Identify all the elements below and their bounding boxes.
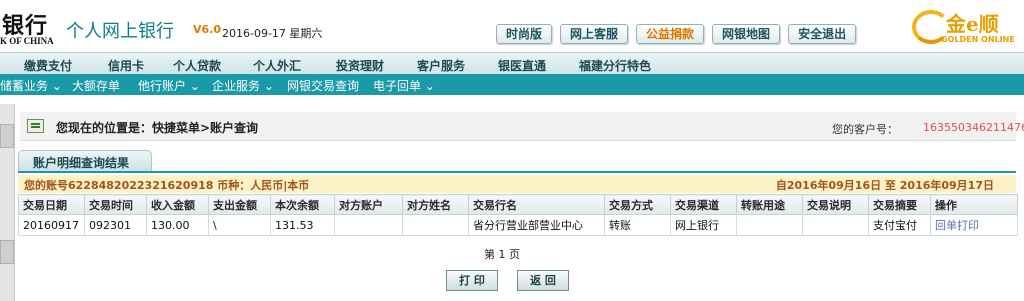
brand-text: 金e顺 bbox=[946, 12, 999, 36]
nav-customer-service[interactable]: 客户服务 bbox=[417, 57, 465, 74]
nav-payment[interactable]: 缴费支付 bbox=[24, 57, 72, 74]
col-description: 交易说明 bbox=[802, 194, 869, 215]
location-icon bbox=[27, 119, 44, 133]
collapse-handle-lower[interactable] bbox=[0, 240, 14, 264]
subnav-other-bank[interactable]: 他行账户 ⌄ bbox=[138, 77, 200, 94]
transaction-table: 交易日期 交易时间 收入金额 支出金额 本次余额 对方账户 对方姓名 交易行名 … bbox=[18, 194, 1018, 236]
subnav-transaction-query[interactable]: 网银交易查询 bbox=[287, 77, 359, 94]
cell-bank-branch: 省分行营业部营业中心 bbox=[468, 214, 605, 236]
table-row: 20160917 092301 130.00 \ 131.53 省分行营业部营业… bbox=[18, 214, 1018, 236]
nav-personal-loan[interactable]: 个人贷款 bbox=[173, 57, 221, 74]
col-summary: 交易摘要 bbox=[868, 194, 931, 215]
account-number-text: 您的账号6228482022321620918 币种：人民币|本币 bbox=[24, 179, 310, 192]
bottom-actions: 打 印 返 回 bbox=[446, 270, 569, 291]
app-title: 个人网上银行 bbox=[66, 21, 174, 42]
print-button[interactable]: 打 印 bbox=[446, 270, 498, 291]
cell-income: 130.00 bbox=[146, 214, 209, 236]
col-expense: 支出金额 bbox=[208, 194, 271, 215]
left-panel-edge bbox=[0, 104, 15, 301]
col-counter-account: 对方账户 bbox=[334, 194, 403, 215]
cell-description bbox=[802, 214, 869, 236]
breadcrumb-text: 您现在的位置是：快捷菜单>账户查询 bbox=[56, 121, 259, 135]
col-channel: 交易渠道 bbox=[670, 194, 737, 215]
page-indicator: 第 1 页 bbox=[484, 248, 520, 261]
nav-investment[interactable]: 投资理财 bbox=[336, 57, 384, 74]
app-version: V6.0 bbox=[193, 23, 221, 36]
tab-account-detail-result[interactable]: 账户明细查询结果 bbox=[18, 150, 152, 172]
brand-subtext: GOLDEN ONLINE bbox=[941, 35, 1015, 44]
subnav-savings[interactable]: 储蓄业务 ⌄ bbox=[0, 77, 62, 94]
top-toolbar: 时尚版 网上客服 公益捐款 网银地图 安全退出 bbox=[496, 24, 857, 44]
cell-counter-account bbox=[334, 214, 403, 236]
charity-donation-button[interactable]: 公益捐款 bbox=[636, 24, 705, 44]
col-trade-time: 交易时间 bbox=[84, 194, 147, 215]
subnav-enterprise[interactable]: 企业服务 ⌄ bbox=[212, 77, 274, 94]
account-info-bar: 您的账号6228482022321620918 币种：人民币|本币 自2016年… bbox=[18, 175, 1016, 193]
online-service-button[interactable]: 网上客服 bbox=[560, 24, 629, 44]
col-counter-name: 对方姓名 bbox=[402, 194, 469, 215]
col-transfer-purpose: 转账用途 bbox=[736, 194, 803, 215]
cell-summary: 支付宝付 bbox=[868, 214, 931, 236]
col-operation: 操作 bbox=[930, 194, 1018, 215]
nav-credit-card[interactable]: 信用卡 bbox=[108, 57, 144, 74]
col-trade-date: 交易日期 bbox=[18, 194, 85, 215]
table-header-row: 交易日期 交易时间 收入金额 支出金额 本次余额 对方账户 对方姓名 交易行名 … bbox=[18, 194, 1018, 215]
cell-expense: \ bbox=[208, 214, 271, 236]
back-button[interactable]: 返 回 bbox=[517, 270, 569, 291]
nav-fujian-special[interactable]: 福建分行特色 bbox=[579, 57, 651, 74]
safe-logout-button[interactable]: 安全退出 bbox=[788, 24, 857, 44]
subnav-e-receipt[interactable]: 电子回单 ⌄ bbox=[373, 77, 435, 94]
cell-date: 20160917 bbox=[18, 214, 85, 236]
current-date: 2016-09-17 星期六 bbox=[222, 27, 323, 40]
nav-personal-forex[interactable]: 个人外汇 bbox=[253, 57, 301, 74]
collapse-handle[interactable] bbox=[0, 124, 14, 148]
cell-balance: 131.53 bbox=[270, 214, 335, 236]
customer-number-label: 您的客户号： bbox=[832, 123, 898, 136]
cell-time: 092301 bbox=[84, 214, 147, 236]
customer-number: 1635503462114769 bbox=[923, 121, 1024, 134]
col-trade-method: 交易方式 bbox=[604, 194, 671, 215]
sub-nav: 储蓄业务 ⌄ 大额存单 他行账户 ⌄ 企业服务 ⌄ 网银交易查询 电子回单 ⌄ bbox=[0, 74, 1024, 95]
cell-method: 转账 bbox=[604, 214, 671, 236]
col-income: 收入金额 bbox=[146, 194, 209, 215]
subnav-large-deposit[interactable]: 大额存单 bbox=[72, 77, 120, 94]
cell-purpose bbox=[736, 214, 803, 236]
date-range-text: 自2016年09月16日 至 2016年09月17日 bbox=[775, 179, 994, 192]
breadcrumb: 您现在的位置是：快捷菜单>账户查询 您的客户号： 163550346211476… bbox=[20, 112, 1024, 141]
golden-online-logo: 金e顺 GOLDEN ONLINE bbox=[912, 6, 1024, 48]
tab-label: 账户明细查询结果 bbox=[33, 156, 130, 170]
cell-counter-name bbox=[402, 214, 469, 236]
nav-medical[interactable]: 银医直通 bbox=[498, 57, 546, 74]
col-balance: 本次余额 bbox=[270, 194, 335, 215]
print-receipt-link[interactable]: 回单打印 bbox=[930, 214, 1018, 236]
tab-underline bbox=[18, 171, 1016, 173]
col-bank-branch: 交易行名 bbox=[468, 194, 605, 215]
fashion-version-button[interactable]: 时尚版 bbox=[496, 24, 553, 44]
bank-logo-english: K OF CHINA bbox=[0, 36, 54, 46]
header: 银行 K OF CHINA 个人网上银行 V6.0 2016-09-17 星期六… bbox=[0, 0, 1024, 52]
cell-channel: 网上银行 bbox=[670, 214, 737, 236]
ebank-map-button[interactable]: 网银地图 bbox=[712, 24, 781, 44]
main-nav: 缴费支付 信用卡 个人贷款 个人外汇 投资理财 客户服务 银医直通 福建分行特色 bbox=[0, 52, 1024, 75]
